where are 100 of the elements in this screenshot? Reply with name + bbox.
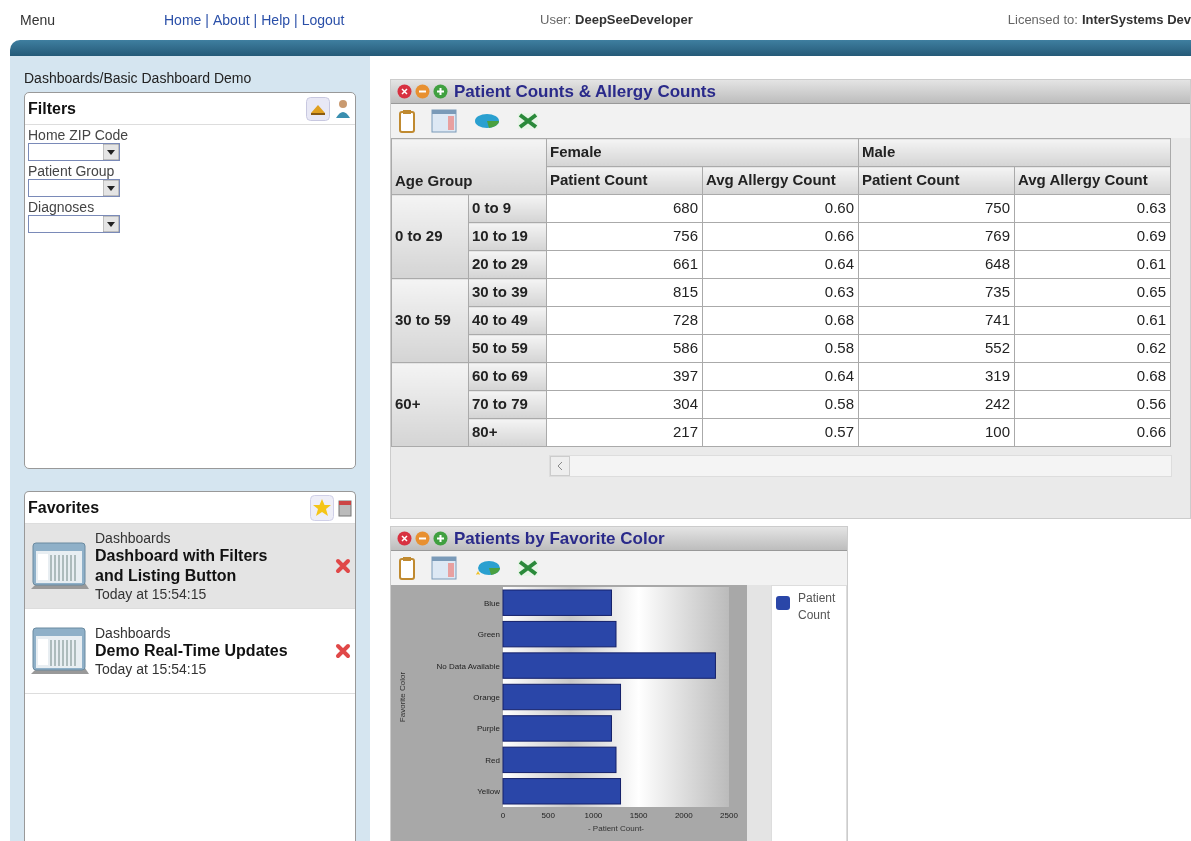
table-cell: 0.61: [1014, 250, 1171, 279]
maximize-icon[interactable]: [433, 531, 448, 546]
table-cell: 0.63: [1014, 194, 1171, 223]
user-name: DeepSeeDeveloper: [575, 11, 693, 30]
excel-icon[interactable]: [517, 558, 539, 578]
pie-chart-icon[interactable]: [473, 111, 501, 131]
table-cell: 661: [546, 250, 703, 279]
dropdown-arrow-icon[interactable]: [103, 180, 119, 196]
row-header: 40 to 49: [468, 306, 547, 335]
table-cell: 769: [858, 222, 1015, 251]
user-label: User:: [540, 11, 572, 30]
panel-title: Filters: [28, 98, 76, 119]
panel-title: Patients by Favorite Color: [454, 527, 665, 550]
table-cell: 0.63: [702, 278, 859, 307]
tick-label: 1000: [584, 811, 603, 820]
calendar-icon[interactable]: [338, 498, 352, 517]
license-holder: InterSystems Dev: [1081, 11, 1191, 30]
category-label: Blue: [484, 598, 500, 608]
delete-icon[interactable]: [335, 558, 351, 574]
delete-icon[interactable]: [335, 643, 351, 659]
filter-label: Patient Group: [28, 163, 116, 179]
category-label: Red: [485, 755, 500, 765]
table-cell: 815: [546, 278, 703, 307]
row-header: 70 to 79: [468, 390, 547, 419]
clipboard-icon[interactable]: [399, 109, 415, 133]
table-cell: 0.68: [1014, 362, 1171, 391]
table-cell: 552: [858, 334, 1015, 363]
category-label: Yellow: [477, 787, 500, 797]
nav-link[interactable]: Logout: [301, 9, 345, 31]
minimize-icon[interactable]: [415, 531, 430, 546]
excel-icon[interactable]: [517, 111, 539, 131]
table-cell: 0.61: [1014, 306, 1171, 335]
nav-link[interactable]: Home: [164, 9, 202, 31]
category-label: Orange: [473, 693, 500, 702]
minimize-icon[interactable]: [415, 84, 430, 99]
window-icon[interactable]: [431, 108, 457, 134]
clipboard-icon[interactable]: [399, 556, 415, 580]
table-cell: 756: [546, 222, 703, 251]
row-group-header: 30 to 59: [391, 278, 469, 363]
table-cell: 586: [546, 334, 703, 363]
table-cell: 397: [546, 362, 703, 391]
table-cell: 680: [546, 194, 703, 223]
favorite-category: Dashboards: [95, 625, 172, 641]
table-cell: 750: [858, 194, 1015, 223]
menu-label[interactable]: Menu: [20, 9, 164, 31]
nav-link[interactable]: Help: [261, 9, 291, 31]
row-header: 20 to 29: [468, 250, 547, 279]
close-icon[interactable]: [397, 84, 412, 99]
filter-label: Diagnoses: [28, 199, 96, 215]
close-icon[interactable]: [397, 531, 412, 546]
panel-title: Patient Counts & Allergy Counts: [454, 80, 716, 103]
favorite-time: Today at 15:54:15: [95, 586, 208, 602]
favorite-name: Demo Real-Time Updates: [95, 641, 289, 661]
row-header: 10 to 19: [468, 222, 547, 251]
nav-link[interactable]: About: [213, 9, 250, 31]
filter-tool-icon[interactable]: [306, 96, 330, 121]
window-icon[interactable]: [431, 555, 457, 581]
legend-label: Patient Count: [798, 590, 837, 624]
row-header: 0 to 9: [468, 194, 547, 223]
table-cell: 0.60: [702, 194, 859, 223]
table-cell: 0.56: [1014, 390, 1171, 419]
table-cell: 319: [858, 362, 1015, 391]
table-cell: 0.66: [1014, 418, 1171, 447]
user-icon[interactable]: [334, 97, 352, 120]
maximize-icon[interactable]: [433, 84, 448, 99]
table-cell: 0.69: [1014, 222, 1171, 251]
horizontal-scrollbar[interactable]: [549, 455, 1172, 477]
table-cell: 0.64: [702, 250, 859, 279]
favorite-time: Today at 15:54:15: [95, 661, 208, 677]
table-cell: 0.64: [702, 362, 859, 391]
tick-label: 500: [541, 811, 555, 820]
column-group-header: Male: [858, 138, 1171, 167]
table-cell: 0.58: [702, 334, 859, 363]
table-cell: 0.62: [1014, 334, 1171, 363]
table-cell: 0.66: [702, 222, 859, 251]
axis-title: Favorite Color: [398, 671, 407, 723]
table-cell: 735: [858, 278, 1015, 307]
tick-label: 1500: [629, 811, 648, 820]
link-separator: |: [253, 10, 258, 30]
table-cell: 0.68: [702, 306, 859, 335]
column-header: Patient Count: [858, 166, 1015, 195]
table-cell: 0.58: [702, 390, 859, 419]
row-group-header: 60+: [391, 362, 469, 447]
table-cell: 0.57: [702, 418, 859, 447]
table-cell: 217: [546, 418, 703, 447]
link-separator: |: [205, 10, 209, 30]
table-cell: 100: [858, 418, 1015, 447]
column-header: Patient Count: [546, 166, 703, 195]
dropdown-arrow-icon[interactable]: [103, 144, 119, 160]
table-cell: 304: [546, 390, 703, 419]
table-cell: 0.65: [1014, 278, 1171, 307]
axis-title: - Patient Count-: [588, 824, 644, 833]
breadcrumb: Dashboards/Basic Dashboard Demo: [24, 69, 253, 88]
dropdown-arrow-icon[interactable]: [103, 216, 119, 232]
chart-icon[interactable]: [473, 558, 501, 578]
category-label: Purple: [476, 724, 500, 734]
category-label: Green: [477, 630, 500, 640]
license-label: Licensed to:: [1007, 11, 1078, 30]
favorite-item[interactable]: Dashboards Dashboard with Filters and Listing Button Today at 15:54:15: [25, 524, 355, 609]
row-header: 60 to 69: [468, 362, 547, 391]
